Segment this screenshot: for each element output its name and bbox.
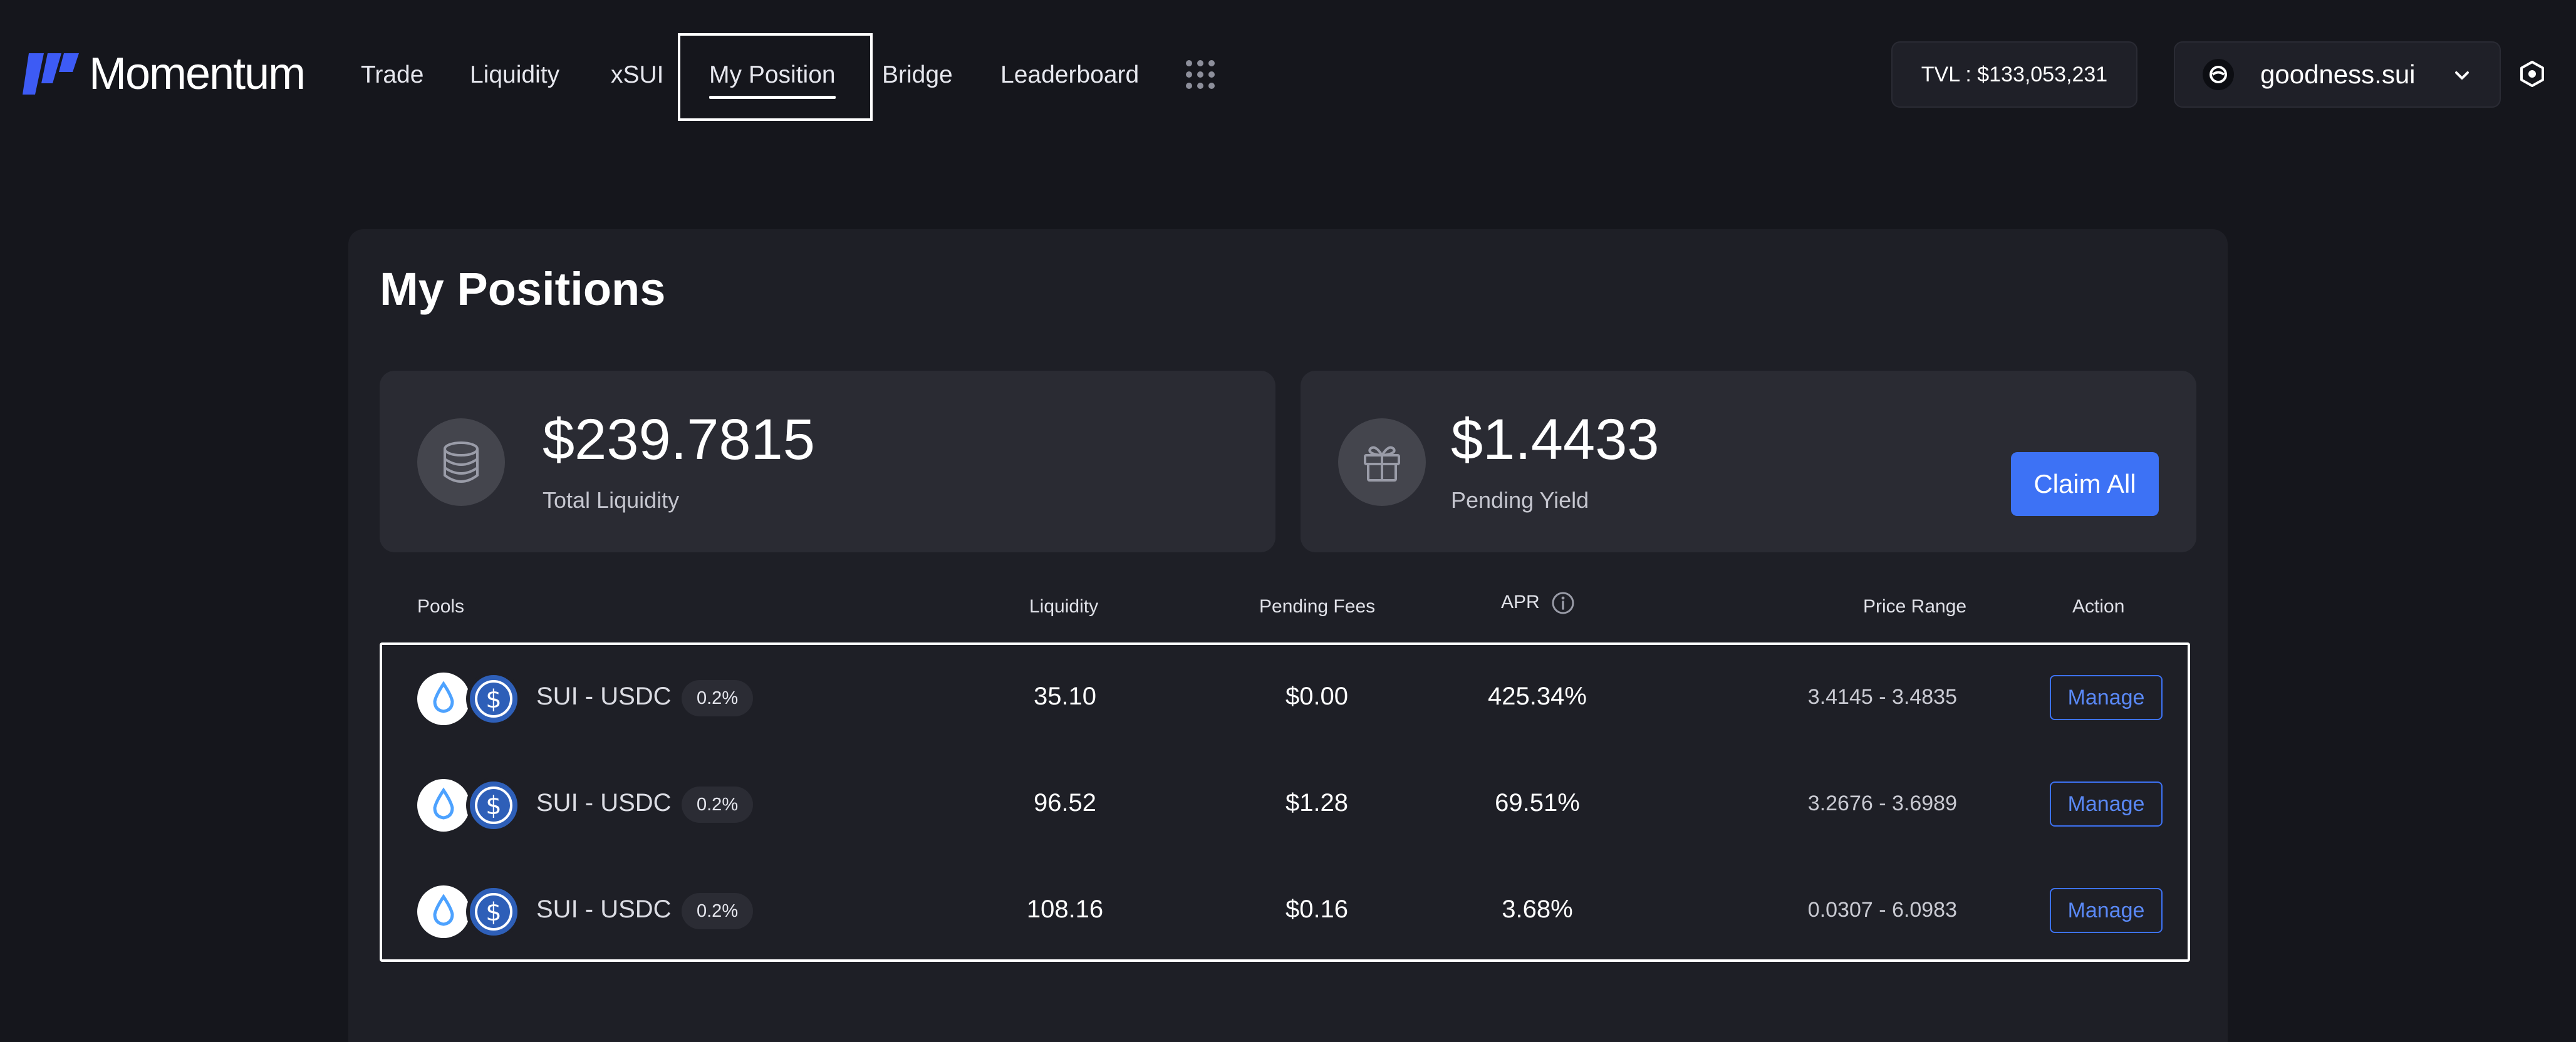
pending-yield-label: Pending Yield: [1451, 487, 1589, 513]
nav-item-my-position[interactable]: My Position: [709, 58, 836, 99]
total-liquidity-label: Total Liquidity: [543, 487, 680, 513]
table-row: $ SUI - USDC 0.2% 35.10 $0.00 425.34% 3.…: [382, 645, 2188, 751]
nav-item-xsui[interactable]: xSUI: [611, 58, 664, 93]
nav-item-bridge[interactable]: Bridge: [882, 58, 953, 93]
positions-panel: My Positions $239.7815 Total Liquidity $…: [348, 229, 2228, 1042]
svg-text:$: $: [486, 898, 501, 927]
column-header-action: Action: [2072, 596, 2125, 617]
pending-yield-value: $1.4433: [1451, 408, 1659, 472]
fee-tier-badge: 0.2%: [682, 893, 754, 929]
liquidity-cell: 108.16: [1026, 895, 1104, 923]
table-row: $ SUI - USDC 0.2% 96.52 $1.28 69.51% 3.2…: [382, 751, 2188, 858]
manage-button[interactable]: Manage: [2050, 888, 2163, 933]
tvl-value: TVL : $133,053,231: [1921, 62, 2108, 86]
price-range-cell: 3.4145 - 3.4835: [1807, 685, 1957, 709]
coin-stack-icon: [417, 418, 505, 506]
tvl-display: TVL : $133,053,231: [1891, 41, 2137, 108]
chevron-down-icon: [2455, 71, 2469, 80]
column-header-price-range: Price Range: [1863, 596, 1967, 617]
total-liquidity-card: $239.7815 Total Liquidity: [380, 371, 1275, 552]
liquidity-cell: 96.52: [1033, 789, 1097, 817]
apr-cell: 3.68%: [1502, 895, 1573, 923]
fee-tier-badge: 0.2%: [682, 787, 754, 823]
gift-icon: [1338, 418, 1426, 506]
usdc-token-icon: $: [466, 884, 521, 939]
wallet-button[interactable]: goodness.sui: [2174, 41, 2501, 108]
liquidity-cell: 35.10: [1033, 683, 1097, 710]
apr-cell: 69.51%: [1495, 789, 1580, 817]
page-title: My Positions: [380, 263, 666, 315]
nav-item-liquidity[interactable]: Liquidity: [470, 58, 559, 93]
pending-fees-cell: $0.16: [1285, 895, 1349, 923]
pool-pair-name[interactable]: SUI - USDC: [536, 789, 672, 817]
column-header-pools: Pools: [417, 596, 465, 617]
nav-item-trade[interactable]: Trade: [361, 58, 423, 93]
price-range-cell: 0.0307 - 6.0983: [1807, 898, 1957, 922]
usdc-token-icon: $: [466, 778, 521, 833]
table-row: $ SUI - USDC 0.2% 108.16 $0.16 3.68% 0.0…: [382, 858, 2188, 964]
column-header-liquidity: Liquidity: [1029, 596, 1099, 617]
main-nav: Trade Liquidity xSUI My Position Bridge …: [0, 0, 1316, 149]
sui-token-icon: [417, 779, 470, 832]
manage-button[interactable]: Manage: [2050, 782, 2163, 827]
manage-button[interactable]: Manage: [2050, 675, 2163, 720]
positions-table: $ SUI - USDC 0.2% 35.10 $0.00 425.34% 3.…: [380, 642, 2190, 962]
nav-item-leaderboard[interactable]: Leaderboard: [1000, 58, 1139, 93]
pending-yield-card: $1.4433 Pending Yield Claim All: [1301, 371, 2196, 552]
wallet-avatar-icon: [2203, 59, 2234, 90]
column-header-apr: APR: [1501, 591, 1575, 615]
info-icon[interactable]: [1551, 591, 1575, 615]
claim-all-button[interactable]: Claim All: [2011, 452, 2159, 516]
pair-icons: $: [417, 884, 521, 939]
pending-fees-cell: $1.28: [1285, 789, 1349, 817]
svg-text:$: $: [486, 792, 501, 820]
fee-tier-badge: 0.2%: [682, 680, 754, 716]
settings-icon[interactable]: [2518, 60, 2546, 88]
wallet-name: goodness.sui: [2260, 59, 2416, 89]
pair-icons: $: [417, 671, 521, 726]
top-header: Momentum Trade Liquidity xSUI My Positio…: [0, 0, 2576, 149]
column-header-apr-label: APR: [1501, 591, 1540, 612]
column-header-pending-fees: Pending Fees: [1259, 596, 1376, 617]
usdc-token-icon: $: [466, 671, 521, 726]
pool-pair-name[interactable]: SUI - USDC: [536, 683, 672, 711]
sui-token-icon: [417, 673, 470, 725]
apr-cell: 425.34%: [1488, 683, 1587, 710]
nav-item-my-position-label: My Position: [709, 61, 836, 88]
pending-fees-cell: $0.00: [1285, 683, 1349, 710]
sui-token-icon: [417, 885, 470, 938]
total-liquidity-value: $239.7815: [543, 408, 815, 472]
active-tab-underline: [709, 96, 836, 99]
pair-icons: $: [417, 778, 521, 833]
apps-grid-icon[interactable]: [1186, 60, 1215, 89]
price-range-cell: 3.2676 - 3.6989: [1807, 792, 1957, 815]
svg-text:$: $: [486, 685, 501, 714]
pool-pair-name[interactable]: SUI - USDC: [536, 895, 672, 924]
